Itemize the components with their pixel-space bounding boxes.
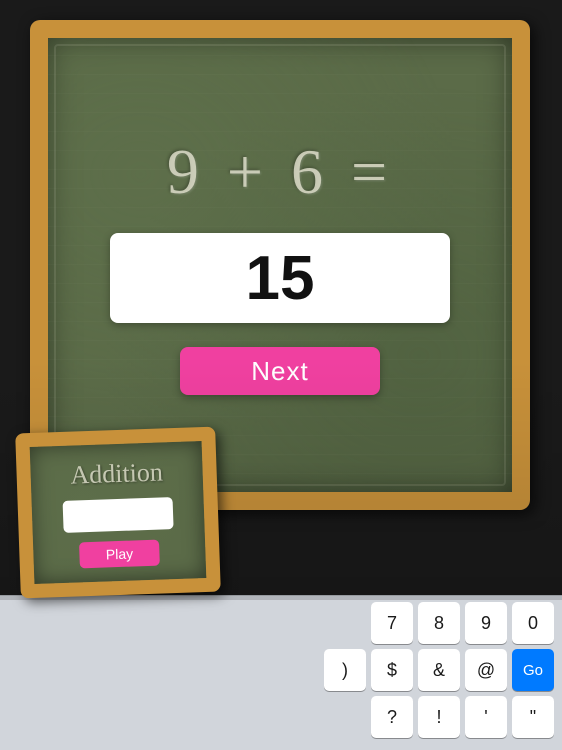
- play-button[interactable]: Play: [79, 539, 160, 568]
- next-button[interactable]: Next: [180, 347, 380, 395]
- math-equation: 9 + 6 =: [167, 135, 393, 209]
- key-dollar[interactable]: $: [371, 649, 413, 691]
- key-9[interactable]: 9: [465, 602, 507, 644]
- small-chalkboard: Addition Play: [15, 427, 221, 599]
- keyboard-row-2: ) $ & @ Go: [4, 649, 558, 691]
- key-0[interactable]: 0: [512, 602, 554, 644]
- keyboard-row-1: 7 8 9 0: [4, 602, 558, 644]
- keyboard: 7 8 9 0 ) $ & @ Go ? ! ' ": [0, 595, 562, 750]
- key-paren[interactable]: ): [324, 649, 366, 691]
- go-button[interactable]: Go: [512, 649, 554, 691]
- key-question[interactable]: ?: [371, 696, 413, 738]
- key-exclaim[interactable]: !: [418, 696, 460, 738]
- small-input-field[interactable]: [63, 497, 174, 533]
- addition-title: Addition: [70, 457, 163, 490]
- key-apostrophe[interactable]: ': [465, 696, 507, 738]
- key-7[interactable]: 7: [371, 602, 413, 644]
- answer-box: 15: [110, 233, 450, 323]
- key-quote[interactable]: ": [512, 696, 554, 738]
- keyboard-row-3: ? ! ' ": [4, 696, 558, 738]
- answer-value: 15: [246, 243, 315, 314]
- key-ampersand[interactable]: &: [418, 649, 460, 691]
- key-at[interactable]: @: [465, 649, 507, 691]
- key-8[interactable]: 8: [418, 602, 460, 644]
